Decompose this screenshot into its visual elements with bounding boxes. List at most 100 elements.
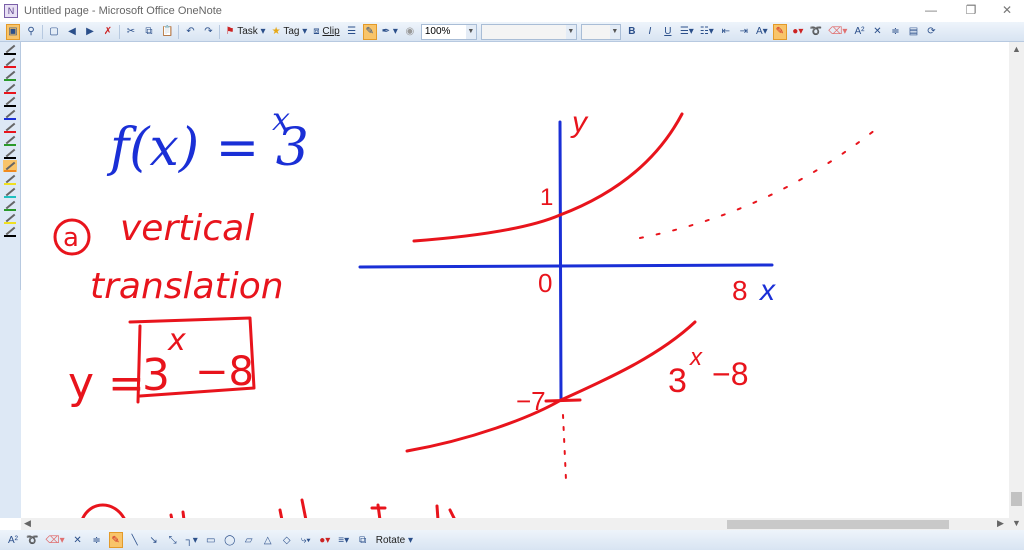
font-size-select[interactable]: ▼ bbox=[580, 23, 621, 40]
rectangle-icon[interactable]: ▭ bbox=[204, 532, 218, 548]
diamond-icon[interactable]: ◇ bbox=[280, 532, 294, 548]
insert-space-icon[interactable]: ≑ bbox=[90, 532, 104, 548]
record-icon[interactable]: ◉ bbox=[403, 24, 417, 40]
axis-x-label: x bbox=[758, 274, 776, 307]
page-icon[interactable]: ▤ bbox=[906, 24, 920, 40]
scroll-up-icon[interactable]: ▲ bbox=[1012, 44, 1021, 54]
pen-swatch[interactable] bbox=[3, 212, 17, 224]
tag-button[interactable]: ★ Tag ▾ bbox=[271, 24, 309, 40]
star-icon: ★ bbox=[271, 26, 281, 37]
pen-swatch[interactable] bbox=[3, 121, 17, 133]
parallelogram-icon[interactable]: ▱ bbox=[242, 532, 256, 548]
text-tool-button[interactable]: A² bbox=[852, 24, 866, 40]
pen-icon[interactable]: ✎ bbox=[108, 532, 123, 548]
decrease-indent-icon[interactable]: ⇤ bbox=[719, 24, 733, 40]
list-view-icon[interactable]: ☰ bbox=[345, 24, 359, 40]
curve-3x bbox=[412, 112, 684, 243]
axis-icon[interactable]: ┐▾ bbox=[185, 532, 199, 548]
delete-icon[interactable]: ✕ bbox=[71, 532, 85, 548]
close-button[interactable]: ✕ bbox=[992, 3, 1022, 17]
arrow-icon[interactable]: ↘ bbox=[147, 532, 161, 548]
pen-swatch[interactable] bbox=[3, 56, 17, 68]
pen-icon[interactable]: ✒ ▾ bbox=[381, 24, 399, 40]
note-canvas[interactable]: f(x) = 3 x a vertical translation y = 3 x… bbox=[21, 42, 1009, 518]
triangle-icon[interactable]: △ bbox=[261, 532, 275, 548]
sync-icon[interactable]: ⟳ bbox=[924, 24, 938, 40]
horizontal-scrollbar[interactable]: ◀ ▶ bbox=[21, 518, 1009, 530]
delete-icon[interactable]: ✕ bbox=[870, 24, 884, 40]
bold-button[interactable]: B bbox=[625, 24, 639, 40]
undo-icon[interactable]: ↶ bbox=[183, 24, 197, 40]
redo-icon[interactable]: ↷ bbox=[201, 24, 215, 40]
part-a-label: a bbox=[63, 223, 79, 253]
zoom-select[interactable]: 100% ▼ bbox=[420, 23, 477, 40]
ink-mode-icon[interactable]: ✎ bbox=[362, 23, 377, 40]
copy-icon[interactable]: ⧉ bbox=[142, 24, 156, 40]
pin-icon[interactable]: ⚲ bbox=[24, 24, 38, 40]
pen-swatch[interactable] bbox=[3, 186, 17, 198]
horizontal-scroll-thumb[interactable] bbox=[727, 520, 949, 529]
eraser-icon[interactable]: ⌫▾ bbox=[827, 24, 848, 40]
line-weight-icon[interactable]: ≡▾ bbox=[337, 532, 351, 548]
scroll-down-icon[interactable]: ▼ bbox=[1012, 518, 1021, 528]
answer-rest: −8 bbox=[195, 349, 254, 395]
underline-button[interactable]: U bbox=[661, 24, 675, 40]
cut-icon[interactable]: ✂ bbox=[124, 24, 138, 40]
exponent-x: x bbox=[272, 100, 290, 138]
scroll-left-icon[interactable]: ◀ bbox=[24, 518, 31, 529]
window-title: Untitled page - Microsoft Office OneNote bbox=[24, 5, 222, 17]
clip-button[interactable]: ⧈ Clip bbox=[312, 24, 340, 40]
italic-button[interactable]: I bbox=[643, 24, 657, 40]
paste-icon[interactable]: 📋 bbox=[160, 24, 174, 40]
color-picker-icon[interactable]: ●▾ bbox=[318, 532, 332, 548]
chevron-down-icon: ▼ bbox=[609, 24, 620, 39]
vertical-scroll-thumb[interactable] bbox=[1011, 492, 1022, 506]
insert-space-icon[interactable]: ≑ bbox=[888, 24, 902, 40]
rotate-button[interactable]: Rotate ▾ bbox=[375, 532, 414, 548]
pen-swatch[interactable] bbox=[3, 69, 17, 81]
forward-icon[interactable]: ▶ bbox=[83, 24, 97, 40]
back-icon[interactable]: ◀ bbox=[65, 24, 79, 40]
standard-toolbar: ▣ ⚲ ▢ ◀ ▶ ✗ ✂ ⧉ 📋 ↶ ↷ ⚑ Task ▾ ★ Tag ▾ ⧈… bbox=[0, 22, 1024, 42]
new-page-icon[interactable]: ▢ bbox=[47, 24, 61, 40]
pen-swatch[interactable] bbox=[3, 95, 17, 107]
font-color-icon[interactable]: A▾ bbox=[755, 24, 769, 40]
pen-swatch[interactable] bbox=[3, 82, 17, 94]
pen-swatch[interactable] bbox=[3, 134, 17, 146]
pen-swatch[interactable] bbox=[3, 160, 17, 172]
pen-swatch[interactable] bbox=[3, 199, 17, 211]
task-button[interactable]: ⚑ Task ▾ bbox=[224, 24, 266, 40]
page-view-icon[interactable]: ▣ bbox=[6, 23, 20, 40]
font-select[interactable]: ▼ bbox=[480, 23, 577, 40]
text-tool-button[interactable]: A² bbox=[6, 532, 20, 548]
minimize-button[interactable]: — bbox=[916, 3, 946, 17]
graph: y x 0 1 8 −7 3 x −8 bbox=[358, 106, 881, 481]
bullets-icon[interactable]: ☰▾ bbox=[679, 24, 695, 40]
intercept-tick bbox=[544, 398, 582, 403]
double-arrow-icon[interactable]: ⤡ bbox=[166, 532, 180, 548]
chevron-down-icon: ▼ bbox=[565, 24, 576, 39]
line-icon[interactable]: ╲ bbox=[128, 532, 142, 548]
color-picker-icon[interactable]: ●▾ bbox=[791, 24, 805, 40]
scroll-right-icon[interactable]: ▶ bbox=[997, 518, 1004, 529]
pen-swatch[interactable] bbox=[3, 225, 17, 237]
ellipse-icon[interactable]: ◯ bbox=[223, 532, 237, 548]
tag-label: Tag bbox=[283, 26, 300, 37]
restore-button[interactable]: ❐ bbox=[956, 3, 986, 17]
pen-swatch[interactable] bbox=[3, 43, 17, 55]
connector-icon[interactable]: ⤷▾ bbox=[299, 532, 313, 548]
vertical-scrollbar[interactable]: ▲ ▼ bbox=[1009, 42, 1024, 530]
pen-swatch[interactable] bbox=[3, 173, 17, 185]
pen-swatch[interactable] bbox=[3, 147, 17, 159]
pen-color-icon[interactable]: ✎ bbox=[772, 23, 787, 40]
eraser-icon[interactable]: ⌫▾ bbox=[44, 532, 65, 548]
separator bbox=[42, 24, 43, 39]
numbering-icon[interactable]: ☷▾ bbox=[699, 24, 715, 40]
delete-page-icon[interactable]: ✗ bbox=[101, 24, 115, 40]
asymptote-dotted bbox=[562, 414, 567, 481]
increase-indent-icon[interactable]: ⇥ bbox=[737, 24, 751, 40]
pen-swatch[interactable] bbox=[3, 108, 17, 120]
lasso-icon[interactable]: ➰ bbox=[25, 532, 39, 548]
arrange-icon[interactable]: ⧉ bbox=[356, 532, 370, 548]
lasso-icon[interactable]: ➰ bbox=[809, 24, 823, 40]
